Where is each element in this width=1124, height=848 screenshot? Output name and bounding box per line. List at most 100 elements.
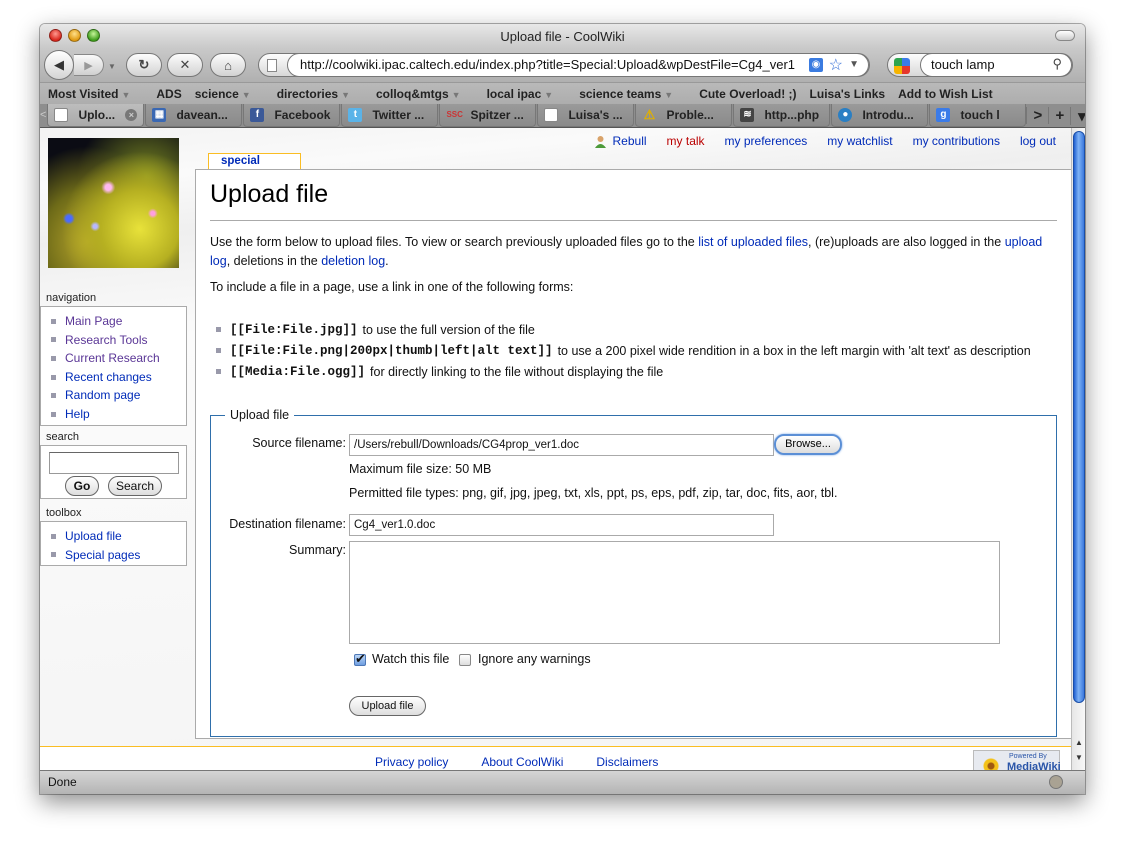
forward-button[interactable]: ▶ [74,54,104,76]
footer-link-disclaimers[interactable]: Disclaimers [596,755,658,769]
sidebar-item-main-page[interactable]: Main Page [51,312,186,331]
tab-label: Luisa's ... [568,108,623,122]
page-title: Upload file [210,180,1057,221]
scrollbar-thumb[interactable] [1073,131,1085,703]
bookmarks-bar: Most Visited ▼ ADS science ▼ directories ▼ coll… [40,82,1085,104]
reload-icon: ↻ [138,57,150,72]
sidebar-item-research-tools[interactable]: Research Tools [51,331,186,350]
sidebar-item-help[interactable]: Help [51,405,186,424]
sidebar-item-current-research[interactable]: Current Research [51,349,186,368]
bookmark-item[interactable]: ADS [156,87,181,101]
user-page-link[interactable]: Rebull [613,134,647,148]
browse-button[interactable]: Browse... [774,434,842,455]
vertical-scrollbar[interactable]: ▲ ▼ [1071,128,1085,770]
bookmark-item[interactable]: Luisa's Links [810,87,886,101]
sidebar-item-recent-changes[interactable]: Recent changes [51,368,186,387]
tab-label: Uplo... [78,108,116,122]
personal-tools: Rebull my talk my preferences my watchli… [594,134,1056,148]
source-filename-label: Source filename: [252,436,346,450]
navigation-portlet: Main Page Research Tools Current Research R… [40,306,187,426]
stop-button[interactable]: ✕ [167,53,203,77]
wiki-logo[interactable] [48,138,179,268]
upload-file-button[interactable]: Upload file [349,696,426,716]
destination-filename-label: Destination filename: [229,517,346,531]
scroll-up-arrow-icon[interactable]: ▲ [1072,738,1085,747]
footer-link-about-coolwiki[interactable]: About CoolWiki [481,755,563,769]
deletion-log-link[interactable]: deletion log [321,254,385,268]
bookmark-item[interactable]: directories ▼ [277,87,363,101]
tab-4[interactable]: SSC Spitzer ... [439,104,537,127]
tab-scroll-right-icon[interactable]: > [1026,107,1048,124]
reload-button[interactable]: ↻ [126,53,162,77]
tab-6[interactable]: ⚠ Proble... [635,104,733,127]
tab-5[interactable]: Luisa's ... [537,104,635,127]
bookmark-label: science teams [579,86,662,101]
facebook-icon: f [250,108,265,122]
home-icon: ⌂ [224,57,232,73]
chevron-down-icon: ▼ [121,89,131,100]
search-bar[interactable]: touch lamp ⚲ [887,53,1073,77]
tab-3[interactable]: t Twitter ... [341,104,439,127]
bookmark-item[interactable]: science teams ▼ [579,87,686,101]
footer-link-privacy-policy[interactable]: Privacy policy [375,755,448,769]
bookmark-item[interactable]: colloq&mtgs ▼ [376,87,474,101]
bookmark-star-icon[interactable]: ☆ [829,55,843,75]
google-engine-icon[interactable] [894,58,910,74]
bookmark-label: Add to Wish List [898,86,993,101]
scroll-down-arrow-icon[interactable]: ▼ [1072,753,1085,762]
bookmark-label: Luisa's Links [809,86,886,101]
tab-special-page[interactable]: special page [208,153,301,182]
search-button[interactable]: Search [108,476,162,496]
my-contributions-link[interactable]: my contributions [913,134,1000,148]
destination-filename-input[interactable]: Cg4_ver1.0.doc [349,514,774,536]
go-button[interactable]: Go [65,476,99,496]
tab-8[interactable]: ● Introdu... [831,104,929,127]
my-preferences-link[interactable]: my preferences [725,134,808,148]
bookmark-item[interactable]: Most Visited ▼ [48,87,143,101]
tab-label: Introdu... [862,108,914,122]
source-filename-input[interactable]: /Users/rebull/Downloads/CG4prop_ver1.doc [349,434,774,456]
tab-7[interactable]: ≋ http...php [733,104,831,127]
my-watchlist-link[interactable]: my watchlist [827,134,892,148]
log-out-link[interactable]: log out [1020,134,1056,148]
bookmark-item[interactable]: Add to Wish List [898,87,993,101]
wiki-search-input[interactable] [49,452,179,474]
rss-icon[interactable]: ◉ [809,58,823,72]
tab-9[interactable]: g touch l [929,104,1027,127]
search-heading: search [46,431,80,443]
url-dropdown-icon[interactable]: ▼ [849,59,859,70]
search-icon[interactable]: ⚲ [1052,56,1062,72]
powered-by-mediawiki-badge[interactable]: Powered By MediaWiki [973,750,1061,770]
close-tab-icon[interactable]: × [125,109,138,121]
tab-2[interactable]: f Facebook [243,104,341,127]
summary-textarea[interactable] [349,541,1000,644]
my-talk-link[interactable]: my talk [667,134,705,148]
bookmark-item[interactable]: science ▼ [195,87,264,101]
grid-icon: ▦ [152,108,167,122]
toolbox-item-special-pages[interactable]: Special pages [51,546,186,565]
sidebar-item-random-page[interactable]: Random page [51,386,186,405]
bookmark-item[interactable]: local ipac ▼ [487,87,567,101]
ignore-warnings-checkbox[interactable] [459,654,471,666]
address-bar[interactable]: http://coolwiki.ipac.caltech.edu/index.p… [258,53,870,77]
greasemonkey-icon[interactable] [1049,775,1063,789]
watch-file-checkbox[interactable] [354,651,366,667]
tab-0[interactable]: Uplo... × [47,104,145,127]
tab-1[interactable]: ▦ davean... [145,104,243,127]
new-tab-icon[interactable]: + [1048,107,1070,124]
history-dropdown-icon[interactable]: ▼ [108,62,116,71]
bookmark-label: ADS [156,86,182,101]
bookmark-label: Most Visited [48,86,119,101]
list-of-uploaded-files-link[interactable]: list of uploaded files [698,235,808,249]
tab-list-icon[interactable]: ▾ [1070,106,1085,125]
toolbar-toggle-button[interactable] [1055,30,1075,41]
twitter-icon: t [348,108,363,122]
toolbox-item-upload-file[interactable]: Upload file [51,527,186,546]
tab-label: touch l [960,108,1000,122]
bookmark-item[interactable]: Cute Overload! ;) [699,87,796,101]
back-button[interactable]: ◀ [44,50,74,80]
home-button[interactable]: ⌂ [210,53,246,77]
browser-search-input[interactable]: touch lamp [920,53,1072,77]
url-input[interactable]: http://coolwiki.ipac.caltech.edu/index.p… [287,53,869,77]
chevron-down-icon: ▼ [451,89,461,100]
